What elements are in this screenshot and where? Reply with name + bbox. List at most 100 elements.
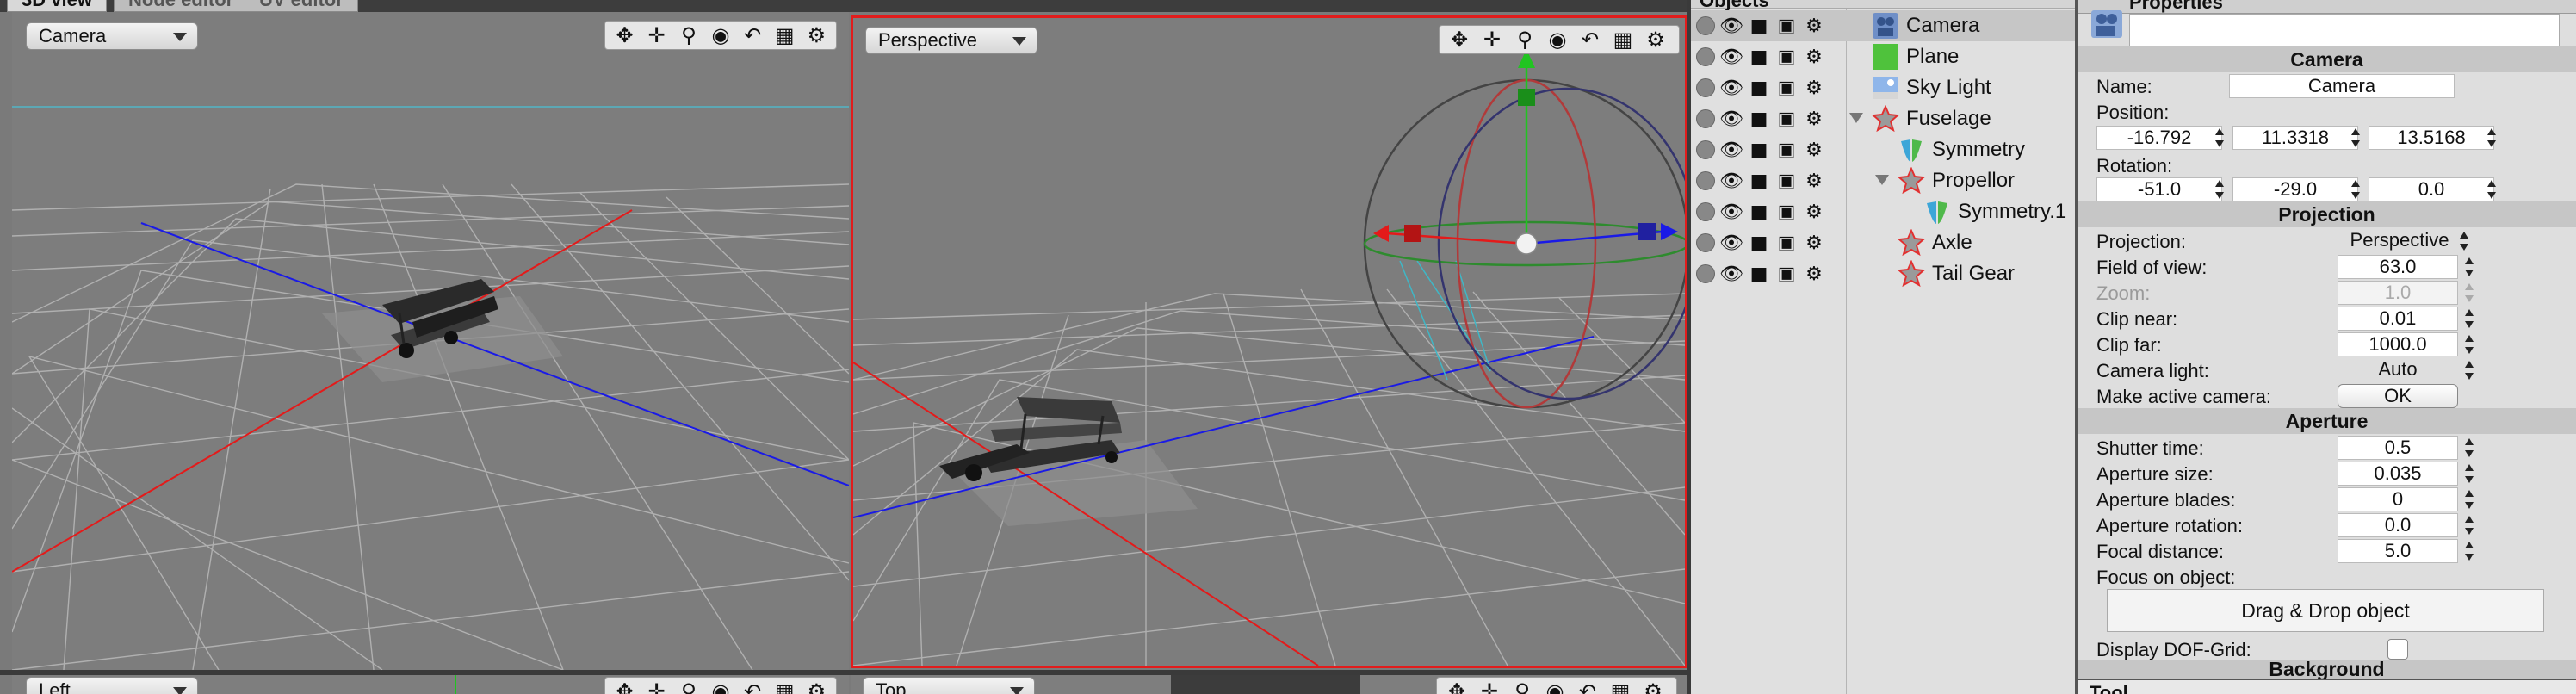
gears-icon[interactable]: ⚙ [1803,77,1825,99]
viewport-camera-dropdown[interactable]: Perspective [865,27,1037,54]
position-y-input[interactable]: 11.3318 [2232,126,2358,150]
expand-triangle-icon[interactable] [1875,175,1889,185]
zoom-icon[interactable]: ⚲ [1508,679,1537,694]
render-camera-icon[interactable]: ■ [1748,232,1770,254]
viewport-camera-dropdown[interactable]: Left [26,677,198,694]
shutter-time-input[interactable]: 0.5 [2338,436,2458,460]
eye-icon[interactable]: 👁 [1719,263,1743,285]
visibility-dot-icon[interactable] [1696,171,1715,190]
shutter-time-stepper[interactable] [2463,436,2475,460]
visibility-dot-icon[interactable] [1696,140,1715,159]
crosshair-move-icon[interactable]: ✥ [1445,27,1474,53]
lock-frame-icon[interactable]: ▣ [1775,77,1798,99]
grid-layout-icon[interactable]: ▦ [771,22,799,48]
visibility-dot-icon[interactable] [1696,109,1715,128]
camera-light-select-arrows[interactable] [2463,358,2475,382]
projection-select[interactable]: Perspective [2341,229,2458,253]
object-row[interactable]: 👁 ■ ▣ ⚙ Tail Gear [1691,258,2075,289]
position-x-input[interactable]: -16.792 [2096,126,2222,150]
tab-node-editor[interactable]: Node editor [114,0,249,12]
aperture-rotation-input[interactable]: 0.0 [2338,513,2458,537]
eye-icon[interactable]: 👁 [1719,170,1743,192]
lock-frame-icon[interactable]: ▣ [1775,108,1798,130]
eye-icon[interactable]: 👁 [1719,15,1743,37]
eye-icon[interactable]: 👁 [1719,108,1743,130]
visibility-dot-icon[interactable] [1696,47,1715,66]
visibility-dot-icon[interactable] [1696,233,1715,252]
gears-icon[interactable]: ⚙ [1803,108,1825,130]
expand-triangle-icon[interactable] [1849,113,1863,123]
grid-layout-icon[interactable]: ▦ [1608,27,1638,53]
rotation-y-input[interactable]: -29.0 [2232,177,2358,201]
gear-icon[interactable]: ⚙ [1638,679,1668,694]
object-row[interactable]: 👁 ■ ▣ ⚙ Axle [1691,227,2075,258]
object-row[interactable]: 👁 ■ ▣ ⚙ Plane [1691,41,2075,72]
clip-near-stepper[interactable] [2463,307,2475,331]
fov-input[interactable]: 63.0 [2338,255,2458,279]
render-camera-icon[interactable]: ■ [1748,15,1770,37]
gears-icon[interactable]: ⚙ [1803,46,1825,68]
rotation-x-stepper[interactable] [2214,177,2226,201]
pan-icon[interactable]: ✛ [1477,27,1507,53]
gear-icon[interactable]: ⚙ [1641,27,1670,53]
target-icon[interactable]: ◉ [706,22,734,48]
gears-icon[interactable]: ⚙ [1803,201,1825,223]
aperture-size-input[interactable]: 0.035 [2338,462,2458,486]
tab-3d-view[interactable]: 3D view [7,0,107,12]
properties-search-field[interactable] [2129,14,2560,46]
position-y-stepper[interactable] [2350,126,2362,150]
lock-frame-icon[interactable]: ▣ [1775,201,1798,223]
clip-far-input[interactable]: 1000.0 [2338,332,2458,356]
target-icon[interactable]: ◉ [1540,679,1570,694]
viewport-top[interactable]: Top ✥ ✛ ⚲ ◉ ↶ ▦ ⚙ [851,675,1687,694]
focal-distance-stepper[interactable] [2463,539,2475,563]
render-camera-icon[interactable]: ■ [1748,46,1770,68]
aperture-rotation-stepper[interactable] [2463,513,2475,537]
fov-stepper[interactable] [2463,255,2475,279]
lock-frame-icon[interactable]: ▣ [1775,232,1798,254]
zoom-icon[interactable]: ⚲ [674,679,703,694]
rotate-icon[interactable]: ↶ [739,22,767,48]
viewport-camera-dropdown[interactable]: Camera [26,22,198,50]
clip-far-stepper[interactable] [2463,332,2475,356]
eye-icon[interactable]: 👁 [1719,232,1743,254]
visibility-dot-icon[interactable] [1696,202,1715,221]
position-z-stepper[interactable] [2486,126,2498,150]
pan-icon[interactable]: ✛ [642,679,671,694]
rotation-y-stepper[interactable] [2350,177,2362,201]
object-row[interactable]: 👁 ■ ▣ ⚙ Fuselage [1691,103,2075,134]
viewport-camera-dropdown[interactable]: Top [863,677,1035,694]
viewport-camera[interactable]: Camera ✥ ✛ ⚲ ◉ ↶ ▦ ⚙ [12,12,849,670]
eye-icon[interactable]: 👁 [1719,201,1743,223]
render-camera-icon[interactable]: ■ [1748,77,1770,99]
grid-layout-icon[interactable]: ▦ [1606,679,1635,694]
eye-icon[interactable]: 👁 [1719,139,1743,161]
object-row[interactable]: 👁 ■ ▣ ⚙ Symmetry [1691,134,2075,165]
aperture-blades-input[interactable]: 0 [2338,487,2458,511]
gears-icon[interactable]: ⚙ [1803,263,1825,285]
crosshair-move-icon[interactable]: ✥ [1442,679,1471,694]
lock-frame-icon[interactable]: ▣ [1775,170,1798,192]
lock-frame-icon[interactable]: ▣ [1775,15,1798,37]
render-camera-icon[interactable]: ■ [1748,170,1770,192]
make-active-camera-button[interactable]: OK [2338,384,2458,408]
projection-select-arrows[interactable] [2458,229,2470,253]
crosshair-move-icon[interactable]: ✥ [610,22,639,48]
viewport-perspective[interactable]: Perspective ✥ ✛ ⚲ ◉ ↶ ▦ ⚙ [851,15,1687,668]
render-camera-icon[interactable]: ■ [1748,201,1770,223]
object-row[interactable]: 👁 ■ ▣ ⚙ Sky Light [1691,72,2075,103]
eye-icon[interactable]: 👁 [1719,77,1743,99]
zoom-icon[interactable]: ⚲ [674,22,703,48]
gears-icon[interactable]: ⚙ [1803,15,1825,37]
target-icon[interactable]: ◉ [1543,27,1572,53]
target-icon[interactable]: ◉ [706,679,734,694]
lock-frame-icon[interactable]: ▣ [1775,263,1798,285]
rotate-icon[interactable]: ↶ [1576,27,1605,53]
gears-icon[interactable]: ⚙ [1803,139,1825,161]
gear-icon[interactable]: ⚙ [802,679,831,694]
lock-frame-icon[interactable]: ▣ [1775,139,1798,161]
focus-object-dropzone[interactable]: Drag & Drop object [2107,589,2544,632]
grid-layout-icon[interactable]: ▦ [771,679,799,694]
visibility-dot-icon[interactable] [1696,78,1715,97]
object-row[interactable]: 👁 ■ ▣ ⚙ Camera [1691,10,2075,41]
